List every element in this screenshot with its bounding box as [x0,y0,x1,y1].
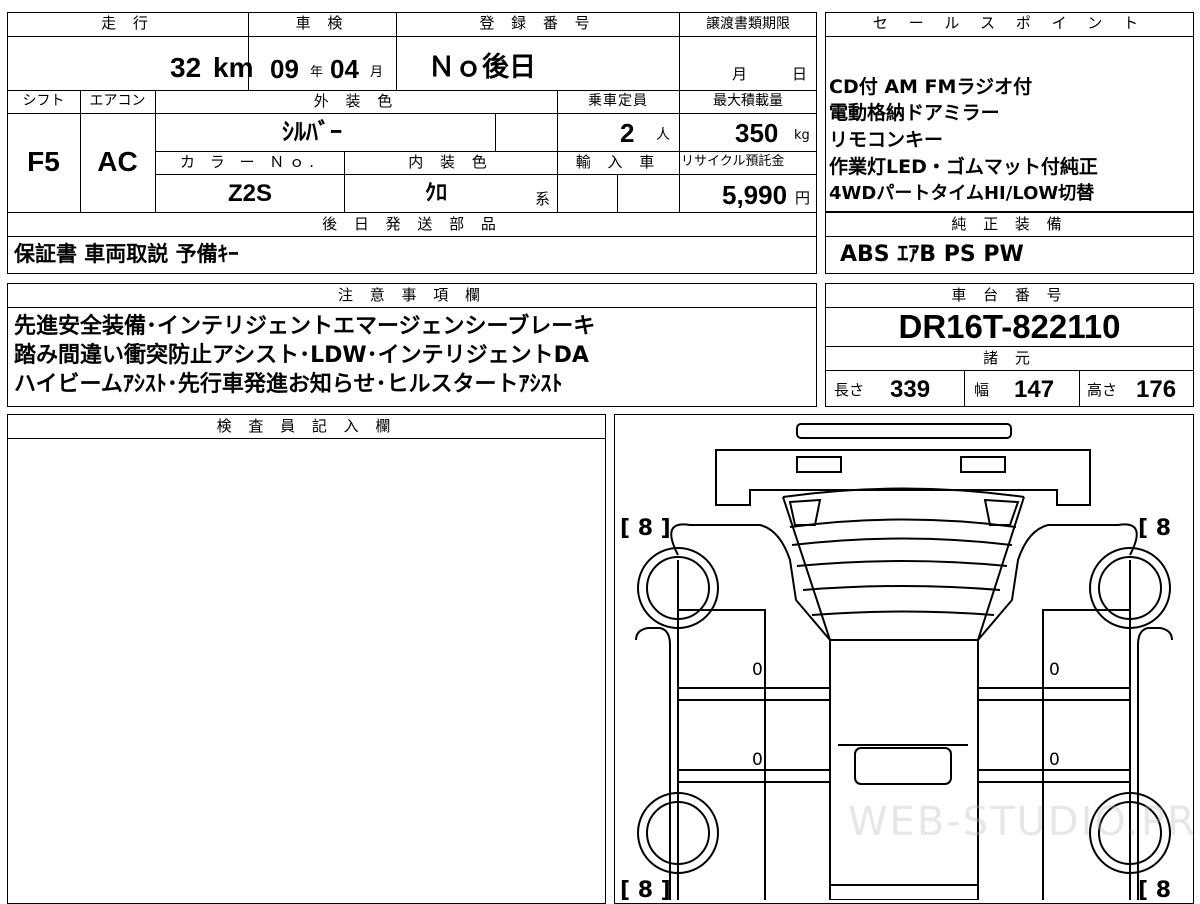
shift-label: シフト [22,93,65,109]
roof-vent-shape [854,747,952,785]
color-no-label: カ ラ ー Ｎｏ. [179,153,320,171]
inspection-label: 車 検 [295,14,349,32]
tire-label-bottom-right: [ 8 [1138,878,1171,900]
capacity-value: 2 [620,118,635,148]
panel-mark-right-rear: 0 [1049,750,1060,770]
exterior-color-label: 外 装 色 [313,92,399,110]
headlight-right-shape [960,456,1006,473]
chassis-label: 車 台 番 号 [951,286,1068,304]
sales-point-5: 4WDパートタイムHI/LOW切替 [829,183,1095,204]
notes-label: 注 意 事 項 欄 [337,286,487,304]
import-label: 輸 入 車 [575,153,661,171]
sales-point-1: CD付 AM FMラジオ付 [829,76,1033,98]
notes-line-1: 先進安全装備･インテリジェントエマージェンシーブレーキ [14,314,596,339]
registration-label: 登 録 番 号 [479,14,596,32]
sales-point-3: リモコンキー [829,129,944,151]
registration-value: Ｎｏ後日 [428,52,536,83]
left-body-outline [670,523,831,641]
inspection-month-unit: 月 [370,65,384,80]
interior-color-suffix: 系 [535,190,551,208]
specs-label: 諸 元 [983,349,1036,367]
ac-value: AC [97,146,138,177]
genuine-equipment-value: ABS ｴｱB PS PW [840,242,1024,267]
width-label: 幅 [974,381,990,399]
length-label: 長さ [834,381,865,399]
transfer-month-unit: 月 [732,65,748,83]
watermark: WEB-STUDIO.PRO [848,799,1194,845]
mileage-value: 32 [170,52,202,83]
recycle-label: リサイクル預託金 [681,154,785,169]
panel-mark-left-front: 0 [752,660,763,680]
color-no-value: Z2S [228,180,273,207]
notes-line-2: 踏み間違い衝突防止アシスト･LDW･インテリジェントDA [14,343,589,368]
recycle-value: 5,990 [722,180,788,210]
bumper-shape [715,449,1091,506]
tire-label-top-left: [ 8 ] [620,516,671,541]
exterior-color-value: ｼﾙﾊﾞｰ [282,118,342,146]
mileage-unit: km [213,52,254,83]
roof-shape [829,639,979,900]
sales-point-2: 電動格納ドアミラー [829,102,1000,124]
panel-mark-right-front: 0 [1049,660,1060,680]
chassis-value: DR16T-822110 [898,308,1121,345]
genuine-equipment-label: 純 正 装 備 [951,215,1068,233]
right-body-outline [977,523,1138,641]
inspection-month: 04 [330,54,359,84]
tire-label-top-right: [ 8 [1138,516,1171,541]
height-value: 176 [1136,376,1177,403]
width-value: 147 [1014,376,1055,403]
panel-mark-left-rear: 0 [752,750,763,770]
transfer-deadline-label: 譲渡書類期限 [706,16,790,32]
main-table [7,12,817,274]
capacity-label: 乗車定員 [588,93,648,109]
shift-value: F5 [27,146,60,177]
inspection-year: 09 [270,54,299,84]
max-load-unit: kg [794,128,810,143]
later-parts-label: 後 日 発 送 部 品 [322,215,502,233]
interior-color-label: 内 装 色 [408,153,493,171]
inspector-box [7,414,606,904]
capacity-unit: 人 [656,127,670,143]
headlight-left-shape [796,456,842,473]
inspector-label: 検 査 員 記 入 欄 [216,417,397,435]
height-label: 高さ [1087,381,1118,399]
interior-color-value: ｸﾛ [425,181,448,206]
max-load-value: 350 [735,118,779,148]
tire-label-bottom-left: [ 8 ] [620,878,671,900]
later-parts-value: 保証書 車両取説 予備ｷｰ [14,242,239,266]
notes-line-3: ハイビームｱｼｽﾄ･先行車発進お知らせ･ヒルスタートｱｼｽﾄ [14,372,563,397]
max-load-label: 最大積載量 [713,93,783,109]
inspection-year-unit: 年 [310,65,324,80]
ac-label: エアコン [89,93,146,109]
sales-point-4: 作業灯LED・ゴムマット付純正 [829,156,1098,178]
mileage-label: 走 行 [101,14,154,32]
length-value: 339 [890,376,931,403]
vehicle-diagram: WEB-STUDIO.PRO [ 8 ] [ 8 [ 8 ] [ 8 0 0 0… [620,423,1194,900]
front-bar-shape [796,423,1012,439]
recycle-unit: 円 [795,189,811,207]
sales-points-label: セ ー ル ス ポ イ ン ト [872,14,1147,32]
transfer-day-unit: 日 [792,65,808,83]
